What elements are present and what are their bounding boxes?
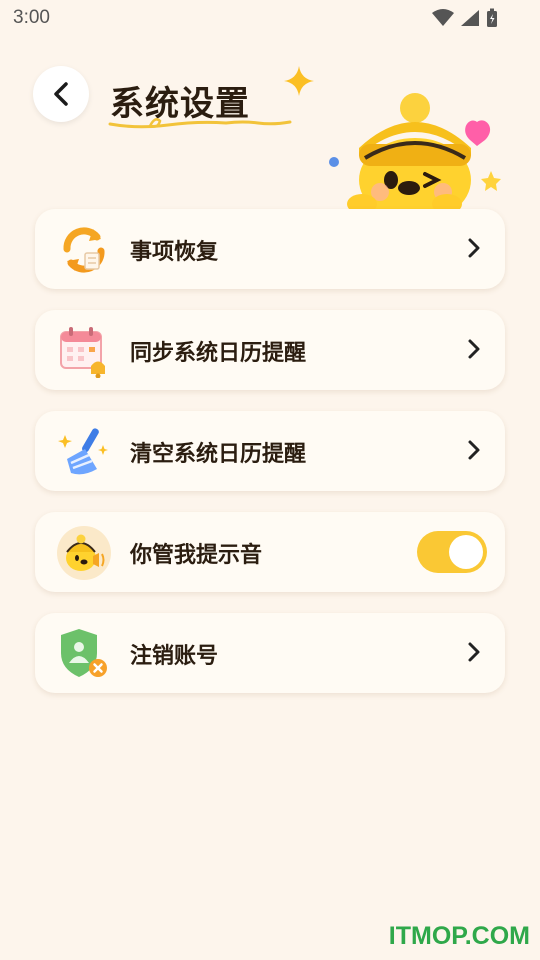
battery-icon <box>487 8 497 27</box>
sparkle-icon <box>284 66 314 96</box>
broom-icon <box>58 428 108 475</box>
menu-item-delete-account[interactable]: 注销账号 <box>35 613 505 693</box>
chevron-right-icon <box>468 339 480 359</box>
menu-item-label: 同步系统日历提醒 <box>130 341 307 366</box>
status-time: 3:00 <box>13 7 50 28</box>
menu-item-sound: 你管我提示音 <box>35 512 505 592</box>
toggle-knob <box>449 535 483 569</box>
signal-icon <box>461 10 479 26</box>
chevron-right-icon <box>468 238 480 258</box>
menu-item-label: 你管我提示音 <box>130 543 263 568</box>
watermark: ITMOP.COM <box>388 922 530 950</box>
menu-item-sync-calendar[interactable]: 同步系统日历提醒 <box>35 310 505 390</box>
mascot-illustration <box>329 93 501 213</box>
menu-item-restore[interactable]: 事项恢复 <box>35 209 505 289</box>
menu-item-label: 注销账号 <box>130 644 219 669</box>
wifi-icon <box>432 9 454 26</box>
menu-item-label: 清空系统日历提醒 <box>130 442 307 467</box>
chevron-right-icon <box>468 440 480 460</box>
chevron-left-icon <box>54 82 68 106</box>
shield-user-cancel-icon <box>61 629 107 677</box>
sound-toggle[interactable] <box>417 531 487 573</box>
chevron-right-icon <box>468 642 480 662</box>
menu-item-label: 事项恢复 <box>130 240 219 265</box>
menu-item-clear-calendar[interactable]: 清空系统日历提醒 <box>35 411 505 491</box>
restore-icon <box>63 227 105 273</box>
status-bar: 3:00 <box>0 0 540 36</box>
mascot-sound-icon <box>57 526 111 580</box>
status-icons <box>432 8 498 28</box>
back-button[interactable] <box>33 66 89 122</box>
calendar-bell-icon <box>60 327 105 378</box>
title-underline-decoration <box>108 118 292 129</box>
